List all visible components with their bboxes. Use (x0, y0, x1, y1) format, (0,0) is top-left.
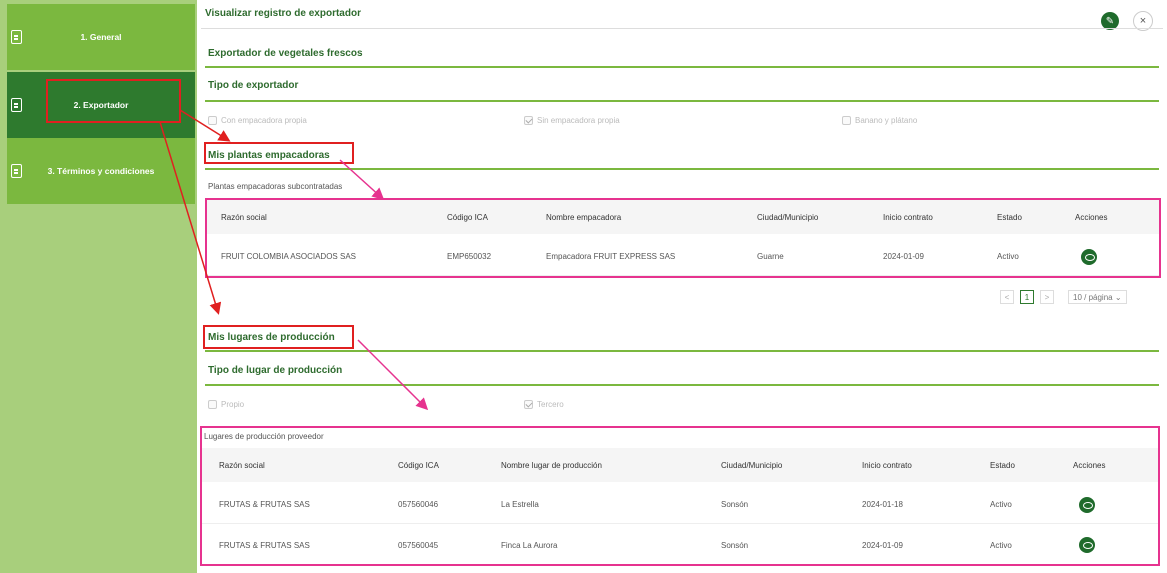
checkbox-icon (842, 116, 851, 125)
column-header: Razón social (219, 460, 265, 470)
plantas-subtitle: Plantas empacadoras subcontratadas (208, 182, 343, 191)
checkbox-label: Con empacadora propia (221, 116, 307, 125)
cell-nombre: Empacadora FRUIT EXPRESS SAS (546, 252, 676, 261)
annotation-highlight-box (204, 142, 354, 164)
sidebar-item-label: 3. Términos y condiciones (47, 166, 155, 176)
checkbox-label: Propio (221, 400, 245, 409)
eye-icon (1081, 248, 1097, 265)
cell-ciudad: Guarne (757, 252, 784, 261)
table-header: Razón social Código ICA Nombre lugar de … (202, 448, 1158, 482)
checkbox-tercero[interactable]: Tercero (524, 400, 564, 409)
checkbox-checked-icon (524, 400, 533, 409)
column-header: Ciudad/Municipio (757, 212, 819, 222)
annotation-highlight-box (46, 79, 181, 123)
cell-inicio: 2024-01-09 (883, 252, 924, 261)
exporter-category-title: Exportador de vegetales frescos (208, 48, 363, 59)
divider (205, 168, 1159, 170)
tipo-lugar-title: Tipo de lugar de producción (208, 365, 343, 376)
eye-icon (1079, 496, 1095, 513)
checkbox-propio[interactable]: Propio (208, 400, 244, 409)
cell-ciudad: Sonsón (721, 540, 749, 550)
view-button[interactable] (1079, 486, 1095, 523)
table-row: FRUTAS & FRUTAS SAS 057560045 Finca La A… (202, 526, 1158, 564)
column-header: Estado (990, 460, 1015, 470)
column-header: Estado (997, 212, 1022, 222)
column-header: Nombre empacadora (546, 212, 622, 222)
column-header: Acciones (1073, 460, 1106, 470)
column-header: Acciones (1075, 212, 1108, 222)
tipo-exportador-title: Tipo de exportador (208, 80, 299, 91)
sidebar-item-general[interactable]: 1. General (7, 4, 195, 70)
cell-inicio: 2024-01-09 (862, 540, 903, 550)
checkbox-label: Banano y plátano (855, 116, 918, 125)
cell-estado: Activo (990, 540, 1012, 550)
checkbox-con-empacadora[interactable]: Con empacadora propia (208, 116, 307, 125)
cell-estado: Activo (990, 500, 1012, 509)
checkbox-icon (208, 400, 217, 409)
page-size-value: 10 / página (1073, 292, 1113, 302)
column-header: Razón social (221, 212, 267, 222)
page-title: Visualizar registro de exportador (205, 8, 361, 19)
cell-codigo-ica: EMP650032 (447, 252, 492, 261)
column-header: Inicio contrato (862, 460, 912, 470)
divider (201, 28, 1163, 29)
column-header: Código ICA (398, 460, 439, 470)
view-button[interactable] (1079, 526, 1095, 564)
document-icon (11, 164, 22, 178)
checkbox-label: Sin empacadora propia (537, 116, 620, 125)
cell-razon-social: FRUTAS & FRUTAS SAS (219, 500, 310, 509)
checkbox-icon (208, 116, 217, 125)
sidebar-item-label: 1. General (80, 32, 122, 42)
lugares-table: Lugares de producción proveedor Razón so… (200, 426, 1160, 566)
cell-nombre: Finca La Aurora (501, 540, 558, 550)
column-header: Nombre lugar de producción (501, 460, 602, 470)
checkbox-checked-icon (524, 116, 533, 125)
divider (205, 350, 1159, 352)
table-header: Razón social Código ICA Nombre empacador… (207, 200, 1159, 234)
page-number-button[interactable]: 1 (1020, 290, 1034, 304)
divider (205, 384, 1159, 386)
column-header: Ciudad/Municipio (721, 460, 783, 470)
checkbox-banano[interactable]: Banano y plátano (842, 116, 917, 125)
divider (205, 66, 1159, 68)
column-header: Código ICA (447, 212, 488, 222)
pagination: < 1 > 10 / página ⌄ (1000, 290, 1127, 304)
document-icon (11, 30, 22, 44)
cell-razon-social: FRUIT COLOMBIA ASOCIADOS SAS (221, 252, 356, 261)
divider (205, 100, 1159, 102)
page-size-select[interactable]: 10 / página ⌄ (1068, 290, 1127, 304)
cell-razon-social: FRUTAS & FRUTAS SAS (219, 540, 310, 550)
checkbox-label: Tercero (537, 400, 564, 409)
annotation-highlight-box (203, 325, 354, 349)
cell-codigo-ica: 057560046 (398, 500, 439, 509)
pencil-icon: ✎ (1105, 15, 1115, 27)
prev-page-button[interactable]: < (1000, 290, 1014, 304)
view-button[interactable] (1081, 238, 1097, 275)
plantas-table: Razón social Código ICA Nombre empacador… (205, 198, 1161, 278)
cell-ciudad: Sonsón (721, 500, 749, 509)
cell-codigo-ica: 057560045 (398, 540, 439, 550)
column-header: Inicio contrato (883, 212, 933, 222)
checkbox-sin-empacadora[interactable]: Sin empacadora propia (524, 116, 620, 125)
lugares-subtitle: Lugares de producción proveedor (204, 432, 324, 441)
main-panel: Visualizar registro de exportador ✎ × Ex… (197, 0, 1167, 573)
cell-inicio: 2024-01-18 (862, 500, 903, 509)
next-page-button[interactable]: > (1040, 290, 1054, 304)
sidebar-item-terminos[interactable]: 3. Términos y condiciones (7, 138, 195, 204)
cell-estado: Activo (997, 252, 1019, 261)
table-row: FRUTAS & FRUTAS SAS 057560046 La Estrell… (202, 486, 1158, 524)
eye-icon (1079, 537, 1095, 553)
table-row: FRUIT COLOMBIA ASOCIADOS SAS EMP650032 E… (207, 238, 1159, 276)
document-icon (11, 98, 22, 112)
cell-nombre: La Estrella (501, 500, 539, 509)
